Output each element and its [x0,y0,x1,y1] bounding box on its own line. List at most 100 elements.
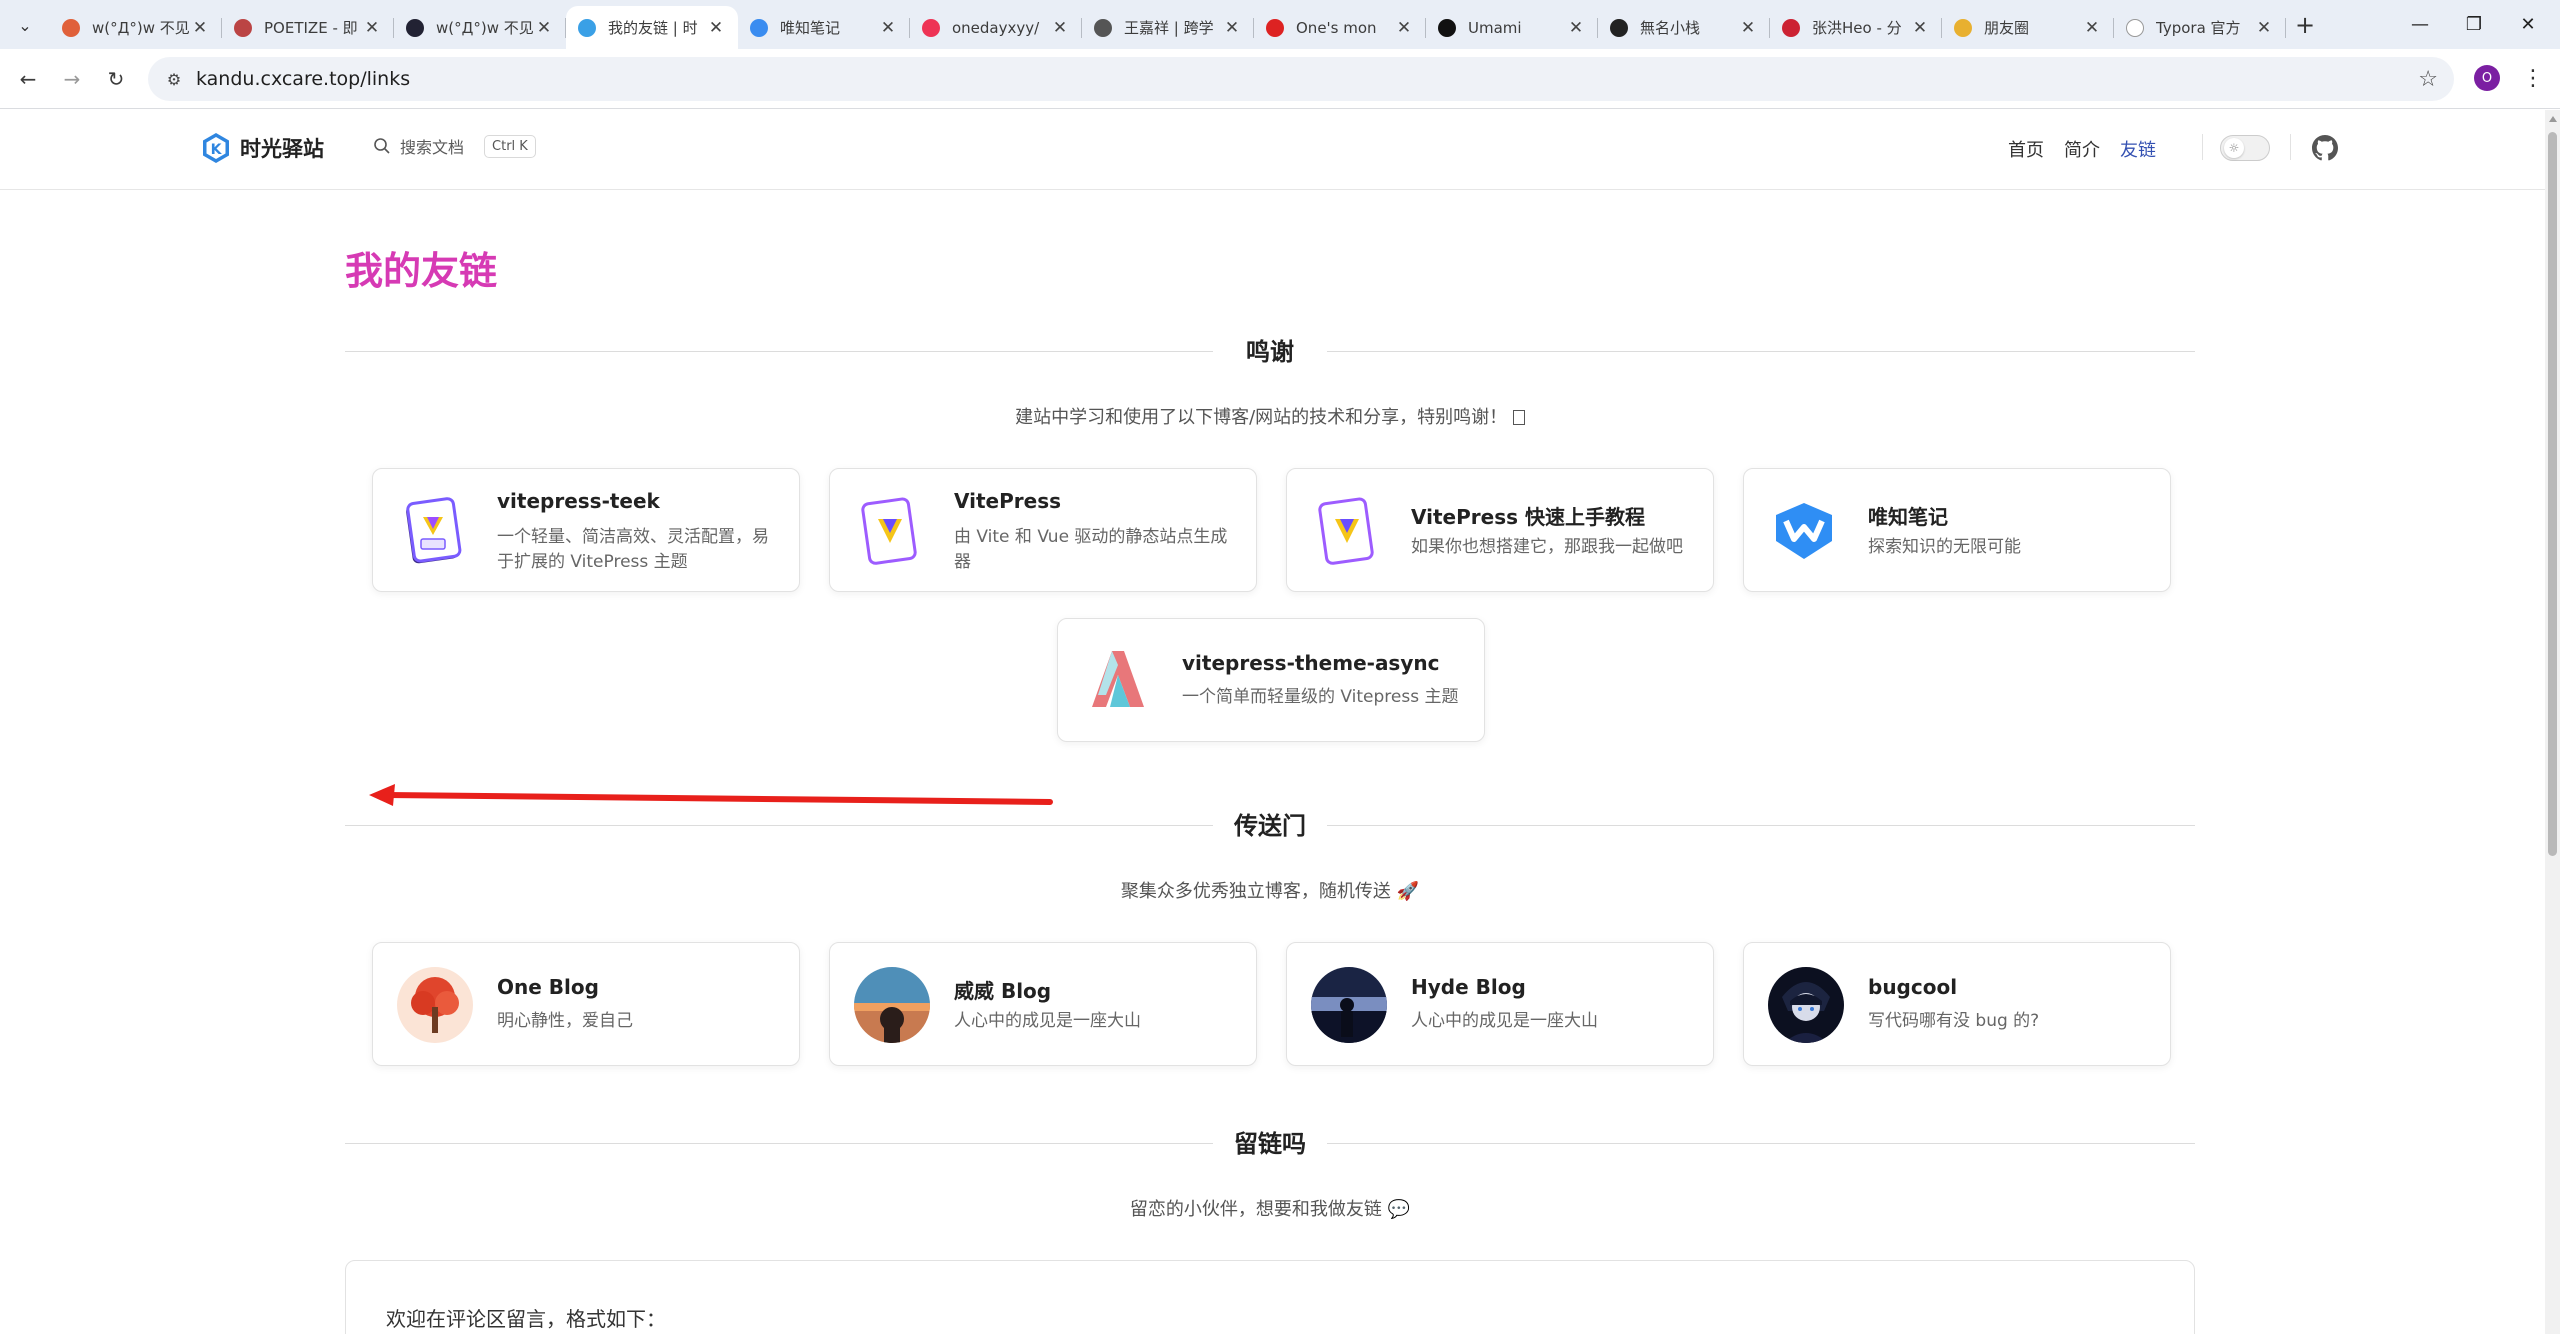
forward-button[interactable]: → [56,63,88,95]
page-scrollbar[interactable] [2545,110,2560,1334]
tab-close-icon[interactable]: ✕ [2254,18,2274,38]
card-description: 明心静性，爱自己 [497,1011,633,1031]
card-description: 人心中的成见是一座大山 [954,1011,1141,1031]
link-card-vitepress[interactable]: VitePress 由 Vite 和 Vue 驱动的静态站点生成器 [829,468,1257,592]
tab-favicon-icon [234,18,252,37]
browser-tab[interactable]: 朋友圈 ✕ [1942,6,2114,49]
section-heading-portal: 传送门 [345,806,2195,846]
scroll-up-arrow-icon[interactable] [2549,116,2557,122]
link-card-weiwei-blog[interactable]: 威威 Blog 人心中的成见是一座大山 [829,942,1257,1066]
tab-close-icon[interactable]: ✕ [190,18,210,38]
link-card-bugcool[interactable]: bugcool 写代码哪有没 bug 的? [1743,942,2171,1066]
omnibox[interactable]: ⚙ kandu.cxcare.top/links ☆ [148,57,2454,101]
weizhi-icon [1776,503,1832,559]
close-window-button[interactable]: ✕ [2498,8,2558,40]
scroll-thumb[interactable] [2548,132,2557,856]
site-header: K 时光驿站 搜索文档 Ctrl K 首页 简介 友链 ☼ [0,110,2545,190]
nav-divider [2202,134,2203,160]
card-description: 一个简单而轻量级的 Vitepress 主题 [1182,687,1459,707]
card-name: Hyde Blog [1411,975,1526,999]
tab-close-icon[interactable]: ✕ [1738,18,1758,38]
card-description: 人心中的成见是一座大山 [1411,1011,1598,1031]
async-icon [1092,651,1144,707]
card-description: 写代码哪有没 bug 的? [1868,1011,2040,1031]
tab-close-icon[interactable]: ✕ [1566,18,1586,38]
vitepress-icon [1318,497,1374,565]
browser-tab[interactable]: 唯知笔记 ✕ [738,6,910,49]
tab-title: Umami [1468,18,1522,37]
bookmark-star-icon[interactable]: ☆ [2418,67,2438,92]
avatar-anime-image [1768,967,1844,1043]
browser-tab[interactable]: 無名小栈 ✕ [1598,6,1770,49]
sun-icon: ☼ [2224,138,2244,158]
section-title: 传送门 [1218,812,1322,840]
browser-tab[interactable]: 王嘉祥 | 跨学 ✕ [1082,6,1254,49]
link-card-hyde-blog[interactable]: Hyde Blog 人心中的成见是一座大山 [1286,942,1714,1066]
tab-title: w(°Д°)w 不见 [436,19,534,37]
browser-tab[interactable]: POETIZE - 即 ✕ [222,6,394,49]
tab-favicon-icon [2126,18,2144,37]
nav-link[interactable]: 简介 [2064,136,2100,162]
section-description: 建站中学习和使用了以下博客/网站的技术和分享，特别鸣谢！ [345,403,2195,429]
tab-title: 朋友圈 [1984,19,2030,37]
minimize-button[interactable]: — [2390,8,2450,40]
link-card-one-blog[interactable]: One Blog 明心静性，爱自己 [372,942,800,1066]
tab-close-icon[interactable]: ✕ [878,18,898,38]
browser-tab[interactable]: One's mon ✕ [1254,6,1426,49]
back-button[interactable]: ← [12,63,44,95]
search-icon [374,138,390,154]
nav-link[interactable]: 首页 [2008,136,2044,162]
github-icon[interactable] [2312,135,2338,161]
tab-favicon-icon [1610,18,1628,37]
link-card-vitepress-teek[interactable]: vitepress-teek 一个轻量、简洁高效、灵活配置，易于扩展的 Vite… [372,468,800,592]
browser-tab[interactable]: Umami ✕ [1426,6,1598,49]
avatar-tree-image [397,967,473,1043]
browser-tab[interactable]: 张洪Heo - 分 ✕ [1770,6,1942,49]
tab-close-icon[interactable]: ✕ [362,18,382,38]
tab-favicon-icon [578,18,596,37]
link-card-vitepress-tutorial[interactable]: VitePress 快速上手教程 如果你也想搭建它，那跟我一起做吧 [1286,468,1714,592]
avatar-night-image [1311,967,1387,1043]
tab-close-icon[interactable]: ✕ [1394,18,1414,38]
tab-search-chevron-icon[interactable]: ⌄ [10,10,40,40]
browser-tab[interactable]: onedayxyy/ ✕ [910,6,1082,49]
url-text[interactable]: kandu.cxcare.top/links [196,68,410,90]
section-description: 聚集众多优秀独立博客，随机传送 🚀 [1120,881,1420,902]
reload-button[interactable]: ↻ [100,63,132,95]
restore-button[interactable]: ❐ [2444,8,2504,40]
profile-avatar[interactable]: O [2474,65,2500,91]
site-logo[interactable]: K 时光驿站 [200,132,324,164]
tab-close-icon[interactable]: ✕ [1222,18,1242,38]
tab-title: POETIZE - 即 [264,19,358,37]
comment-intro: 欢迎在评论区留言，格式如下： [386,1307,666,1331]
nav-link[interactable]: 友链 [2120,136,2156,162]
tab-close-icon[interactable]: ✕ [534,18,554,38]
browser-tab[interactable]: 我的友链 | 时 ✕ [566,6,738,49]
tab-close-icon[interactable]: ✕ [1910,18,1930,38]
tab-close-icon[interactable]: ✕ [2082,18,2102,38]
browser-tab[interactable]: w(°Д°)w 不见 ✕ [50,6,222,49]
tab-title: 唯知笔记 [780,19,841,37]
browser-tab[interactable]: Typora 官方 ✕ [2114,6,2286,49]
site-info-icon[interactable]: ⚙ [154,70,194,89]
nav-divider [2290,134,2291,160]
svg-text:K: K [211,142,223,158]
tab-favicon-icon [1782,18,1800,37]
section-heading-leave-link: 留链吗 [345,1124,2195,1164]
tab-favicon-icon [406,18,424,37]
theme-toggle[interactable]: ☼ [2220,135,2270,161]
card-name: VitePress 快速上手教程 [1411,505,1645,529]
new-tab-button[interactable]: + [2290,10,2320,40]
tab-title: 张洪Heo - 分 [1812,19,1902,37]
link-card-weizhi[interactable]: 唯知笔记 探索知识的无限可能 [1743,468,2171,592]
tab-close-icon[interactable]: ✕ [706,18,726,38]
page-title: 我的友链 [345,249,498,293]
browser-menu-icon[interactable]: ⋮ [2518,63,2548,93]
tab-favicon-icon [1094,18,1112,37]
section-title: 鸣谢 [1230,338,1310,366]
link-card-vitepress-theme-async[interactable]: vitepress-theme-async 一个简单而轻量级的 Vitepres… [1057,618,1485,742]
browser-tab[interactable]: w(°Д°)w 不见 ✕ [394,6,566,49]
tab-close-icon[interactable]: ✕ [1050,18,1070,38]
doc-search-button[interactable]: 搜索文档 Ctrl K [372,134,536,158]
tab-title: Typora 官方 [2156,19,2241,37]
